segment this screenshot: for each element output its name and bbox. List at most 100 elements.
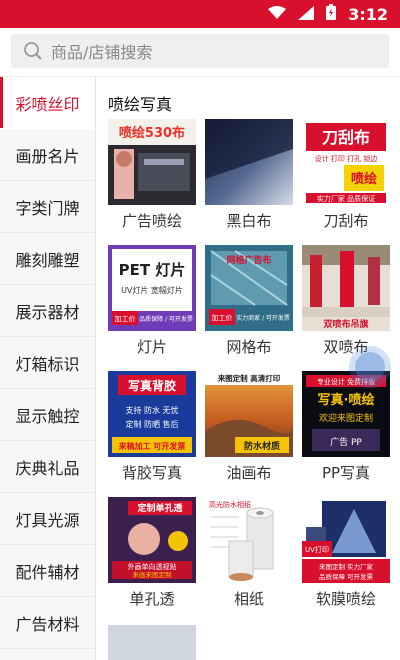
- sidebar-item-color-printing[interactable]: 彩喷丝印: [0, 77, 95, 129]
- thumb-text: 广告 PP: [330, 436, 362, 448]
- sidebar-item-display-equipment[interactable]: 展示器材: [0, 285, 95, 337]
- product-thumbnail: 定制单孔透 外画单向透视贴 来画来图定制: [108, 497, 196, 583]
- thumb-text: 加工价: [115, 314, 136, 323]
- product-item-one-way-vision[interactable]: 定制单孔透 外画单向透视贴 来画来图定制 单孔透: [104, 497, 200, 623]
- search-placeholder: 商品/店铺搜索: [51, 43, 153, 62]
- thumb-text: UV灯片 宽幅灯片: [121, 285, 183, 295]
- thumb-text: 来稿加工 可开发票: [118, 441, 186, 451]
- sidebar-item-display-touch[interactable]: 显示触控: [0, 389, 95, 441]
- thumb-text: 品质保障 / 可开发票: [139, 315, 193, 323]
- sidebar-item-label: 画册名片: [15, 146, 80, 166]
- sidebar-item-label: 灯具光源: [15, 510, 80, 530]
- thumb-text: 欢迎来图定制: [319, 412, 373, 424]
- product-thumbnail: 来图定制 高清打印 防水材质: [205, 371, 293, 457]
- sidebar-item-accessories[interactable]: 配件辅材: [0, 545, 95, 597]
- product-item-pp-print[interactable]: 专业设计 免费排版 写真·喷绘 欢迎来图定制 广告 PP PP写真: [298, 371, 394, 497]
- product-item-soft-film-print[interactable]: UV打印 来图定制 实力厂家 品质保障 可开发票 软膜喷绘: [298, 497, 394, 623]
- product-item-canvas[interactable]: 来图定制 高清打印 防水材质 油画布: [201, 371, 297, 497]
- product-item-blackout-cloth[interactable]: 黑白布: [201, 119, 297, 245]
- product-thumbnail: 喷绘530布: [108, 119, 196, 205]
- product-thumbnail: 网格广告布 加工价 实力商家 / 可开发票: [205, 245, 293, 331]
- thumb-text: 设计 打印 打孔 锁边: [315, 154, 378, 163]
- section-title: 喷绘写真: [108, 95, 173, 114]
- status-bar: 3:12: [0, 0, 400, 28]
- thumb-text: 定制单孔透: [136, 502, 183, 514]
- thumb-text: 品质保障 可开发票: [319, 572, 374, 581]
- sidebar-item-engraving-sculpture[interactable]: 雕刻雕塑: [0, 233, 95, 285]
- product-grid-next-row: [104, 625, 396, 660]
- product-grid: 喷绘530布 广告喷绘 黑白布 刀刮布 设计 打印 打孔 锁边 喷绘 实力厂家 …: [104, 119, 396, 623]
- product-thumbnail: 刀刮布 设计 打印 打孔 锁边 喷绘 实力厂家 品质保证: [302, 119, 390, 205]
- product-item-photo-paper[interactable]: 高光防水相纸 相纸: [201, 497, 297, 623]
- sidebar-item-ad-materials[interactable]: 广告材料: [0, 597, 95, 649]
- product-thumbnail: 写真背胶 支持 防水 无忧 定制 防晒 售后 来稿加工 可开发票: [108, 371, 196, 457]
- search-input[interactable]: 商品/店铺搜索: [11, 34, 389, 68]
- product-item-light-film[interactable]: PET 灯片 UV灯片 宽幅灯片 加工价 品质保障 / 可开发票 灯片: [104, 245, 200, 371]
- product-item-knife-coated-cloth[interactable]: 刀刮布 设计 打印 打孔 锁边 喷绘 实力厂家 品质保证 刀刮布: [298, 119, 394, 245]
- product-label: 单孔透: [129, 590, 175, 608]
- battery-icon: [326, 4, 337, 24]
- product-label: 灯片: [136, 338, 167, 356]
- product-thumbnail: PET 灯片 UV灯片 宽幅灯片 加工价 品质保障 / 可开发票: [108, 245, 196, 331]
- status-time: 3:12: [348, 4, 388, 24]
- product-item-adhesive-print[interactable]: 写真背胶 支持 防水 无忧 定制 防晒 售后 来稿加工 可开发票 背胶写真: [104, 371, 200, 497]
- thumb-text: 高光防水相纸: [209, 500, 251, 509]
- product-thumbnail: 高光防水相纸: [205, 497, 293, 583]
- wifi-icon: [268, 5, 287, 24]
- sidebar-item-label: 雕刻雕塑: [15, 250, 80, 270]
- signal-icon: [298, 5, 315, 24]
- thumb-text: 来图定制 实力厂家: [319, 562, 374, 571]
- sidebar-item-lightbox-signage[interactable]: 灯箱标识: [0, 337, 95, 389]
- sidebar-item-label: 广告材料: [15, 614, 80, 634]
- thumb-text: 刀刮布: [322, 128, 370, 147]
- floating-assist-button[interactable]: [355, 352, 385, 382]
- product-label: 刀刮布: [323, 212, 369, 230]
- category-sidebar: 彩喷丝印 画册名片 字类门牌 雕刻雕塑 展示器材 灯箱标识 显示触控 庆典礼品 …: [0, 77, 96, 660]
- thumb-text: PET 灯片: [119, 261, 186, 279]
- thumb-text: 加工价: [212, 313, 233, 322]
- thumb-text: 实力厂家 品质保证: [317, 194, 375, 203]
- sidebar-item-label: 庆典礼品: [15, 458, 80, 478]
- thumb-text: 防水材质: [244, 440, 280, 452]
- thumb-text: 喷绘530布: [119, 125, 185, 141]
- sidebar-item-label: 灯箱标识: [15, 354, 80, 374]
- thumb-text: 外画单向透视贴: [128, 562, 177, 571]
- product-thumbnail: UV打印 来图定制 实力厂家 品质保障 可开发票: [302, 497, 390, 583]
- thumb-text: 双喷布吊旗: [323, 318, 368, 330]
- sidebar-item-label: 彩喷丝印: [15, 94, 80, 114]
- product-label: 广告喷绘: [121, 212, 182, 230]
- thumb-text: 支持 防水 无忧: [125, 405, 178, 415]
- thumb-text: 定制 防晒 售后: [125, 419, 178, 429]
- sidebar-item-label: 字类门牌: [15, 198, 80, 218]
- product-label: 黑白布: [226, 212, 272, 230]
- product-thumbnail-partial[interactable]: [108, 625, 196, 660]
- sidebar-item-celebration-gifts[interactable]: 庆典礼品: [0, 441, 95, 493]
- sidebar-item-lighting[interactable]: 灯具光源: [0, 493, 95, 545]
- product-label: 背胶写真: [121, 464, 182, 482]
- product-label: 软膜喷绘: [315, 590, 376, 608]
- search-icon: [23, 41, 43, 61]
- product-label: PP写真: [321, 464, 371, 482]
- thumb-text: 网格广告布: [226, 254, 271, 266]
- sidebar-item-brochure-card[interactable]: 画册名片: [0, 129, 95, 181]
- product-thumbnail: 专业设计 免费排版 写真·喷绘 欢迎来图定制 广告 PP: [302, 371, 390, 457]
- sidebar-item-lettering-signs[interactable]: 字类门牌: [0, 181, 95, 233]
- product-thumbnail: 双喷布吊旗: [302, 245, 390, 331]
- thumb-text: 实力商家 / 可开发票: [236, 314, 290, 322]
- sidebar-item-label: 显示触控: [15, 406, 80, 426]
- thumb-text: 写真背胶: [128, 378, 176, 393]
- sidebar-item-label: 展示器材: [15, 302, 80, 322]
- product-item-double-sided-cloth[interactable]: 双喷布吊旗 双喷布: [298, 245, 394, 371]
- thumb-text: 喷绘: [351, 171, 377, 187]
- product-item-mesh-cloth[interactable]: 网格广告布 加工价 实力商家 / 可开发票 网格布: [201, 245, 297, 371]
- product-label: 相纸: [233, 590, 264, 608]
- thumb-text: UV打印: [305, 545, 329, 554]
- product-label: 网格布: [226, 338, 272, 356]
- sidebar-item-label: 配件辅材: [15, 562, 80, 582]
- product-thumbnail: [205, 119, 293, 205]
- product-label: 油画布: [226, 464, 272, 482]
- product-item-ad-printing[interactable]: 喷绘530布 广告喷绘: [104, 119, 200, 245]
- search-bar: 商品/店铺搜索: [0, 28, 400, 74]
- thumb-text: 写真·喷绘: [318, 392, 375, 408]
- thumb-text: 来图定制 高清打印: [217, 373, 281, 383]
